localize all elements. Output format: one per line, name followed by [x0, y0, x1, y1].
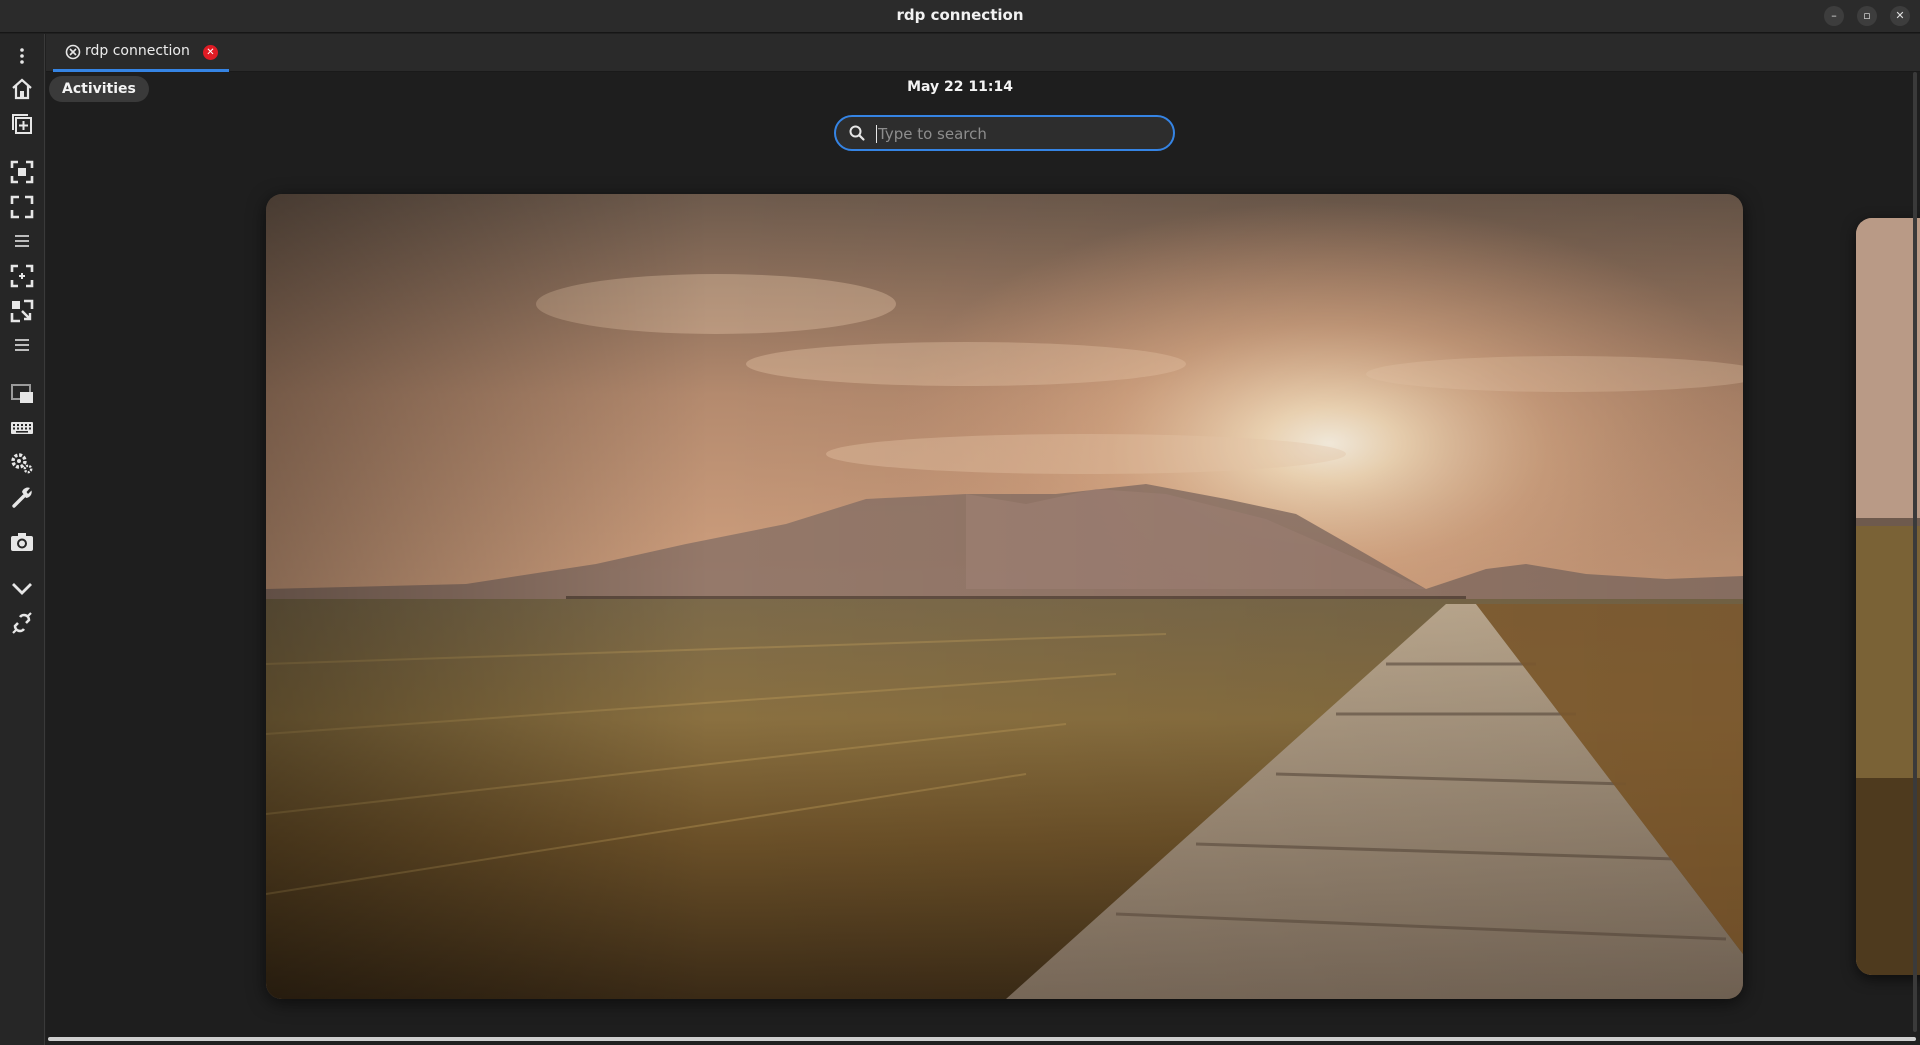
- menu-kebab-icon[interactable]: [8, 42, 36, 70]
- new-connection-icon[interactable]: [8, 110, 36, 138]
- remote-desktop-view[interactable]: Activities May 22 11:14: [46, 72, 1920, 1039]
- connection-status-icon: [65, 44, 81, 60]
- next-workspace-thumbnail[interactable]: [1856, 218, 1920, 975]
- minimize-toolbar-icon[interactable]: [8, 574, 36, 602]
- home-icon[interactable]: [8, 75, 36, 103]
- disconnect-icon[interactable]: [8, 609, 36, 637]
- preferences-icon[interactable]: [8, 449, 36, 477]
- overview-search[interactable]: [834, 115, 1175, 151]
- keyboard-icon[interactable]: [8, 414, 36, 442]
- search-icon: [848, 124, 866, 142]
- top-bar-clock[interactable]: May 22 11:14: [46, 79, 1920, 95]
- fit-window-icon[interactable]: [8, 158, 36, 186]
- tab-label: rdp connection: [85, 43, 190, 59]
- close-window-button[interactable]: ✕: [1890, 6, 1910, 26]
- fullscreen-icon[interactable]: [8, 193, 36, 221]
- connection-toolbar: [0, 34, 45, 1045]
- minimize-window-button[interactable]: –: [1824, 6, 1844, 26]
- multi-monitor-icon[interactable]: [8, 380, 36, 408]
- menu-lines-icon[interactable]: [8, 331, 36, 359]
- workspace-thumbnail[interactable]: [266, 194, 1743, 999]
- tab-close-icon[interactable]: ✕: [203, 45, 218, 60]
- screenshot-icon[interactable]: [8, 528, 36, 556]
- menu-lines-icon[interactable]: [8, 227, 36, 255]
- horizontal-scrollbar[interactable]: [48, 1037, 1916, 1041]
- tools-icon[interactable]: [8, 483, 36, 511]
- window-title: rdp connection: [896, 6, 1024, 24]
- wallpaper-image: [1856, 218, 1920, 975]
- window-titlebar: rdp connection – ▫ ✕: [0, 0, 1920, 33]
- scale-icon[interactable]: [8, 262, 36, 290]
- wallpaper-image: [266, 194, 1743, 999]
- search-input[interactable]: [876, 123, 1156, 145]
- tab-rdp-connection[interactable]: rdp connection ✕: [53, 34, 229, 72]
- dynamic-resolution-icon[interactable]: [8, 297, 36, 325]
- maximize-window-button[interactable]: ▫: [1857, 6, 1877, 26]
- vertical-scrollbar[interactable]: [1913, 72, 1917, 1032]
- tab-strip: rdp connection ✕: [46, 34, 1920, 72]
